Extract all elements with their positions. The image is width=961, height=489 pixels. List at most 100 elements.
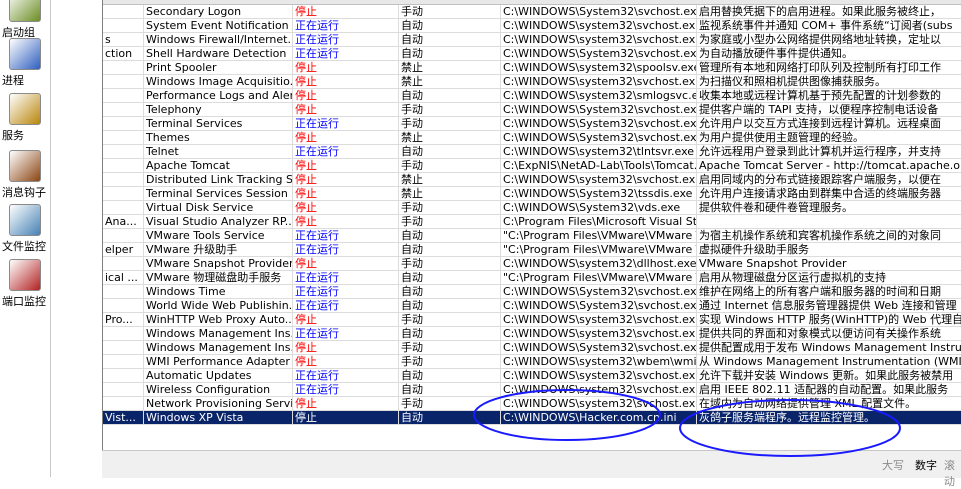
service-row[interactable]: Telephony停止手动C:\WINDOWS\System32\svchost… (103, 103, 961, 117)
startup-type-cell: 禁止 (399, 61, 501, 75)
startup-type-cell: 自动 (399, 271, 501, 285)
startup-type-cell: 手动 (399, 159, 501, 173)
executable-path-cell: C:\WINDOWS\System32\svchost.ex... (501, 117, 697, 131)
description-cell: 通过 Internet 信息服务管理器提供 Web 连接和管理 (697, 299, 961, 313)
service-row[interactable]: Print Spooler停止禁止C:\WINDOWS\system32\spo… (103, 61, 961, 75)
service-key-cell (103, 61, 144, 75)
description-cell (697, 215, 961, 229)
service-row[interactable]: Pro...WinHTTP Web Proxy Auto...停止手动C:\WI… (103, 313, 961, 327)
service-status-cell: 停止 (293, 215, 399, 229)
service-key-cell (103, 5, 144, 19)
service-status-cell: 正在运行 (293, 369, 399, 383)
service-status-cell: 正在运行 (293, 47, 399, 61)
service-key-cell (103, 19, 144, 33)
description-cell: 提供客户端的 TAPI 支持，以便程序控制电话设备 (697, 103, 961, 117)
service-row[interactable]: Network Provisioning Service停止手动C:\WINDO… (103, 397, 961, 411)
service-name-cell: Shell Hardware Detection (144, 47, 293, 61)
startup-type-cell: 禁止 (399, 187, 501, 201)
service-name-cell: Print Spooler (144, 61, 293, 75)
service-row[interactable]: Windows Time正在运行自动C:\WINDOWS\System32\sv… (103, 285, 961, 299)
startup-type-cell: 手动 (399, 355, 501, 369)
sidebar-item-1[interactable]: 进程 (0, 38, 50, 88)
service-row[interactable]: ical ...VMware 物理磁盘助手服务正在运行自动"C:\Program… (103, 271, 961, 285)
services-list[interactable]: Secondary Logon停止手动C:\WINDOWS\System32\s… (102, 0, 961, 450)
executable-path-cell: C:\WINDOWS\System32\svchost.ex... (501, 103, 697, 117)
startup-group-icon (9, 0, 41, 22)
startup-type-cell: 自动 (399, 369, 501, 383)
startup-type-cell: 禁止 (399, 131, 501, 145)
executable-path-cell: C:\WINDOWS\System32\vds.exe (501, 201, 697, 215)
service-status-cell: 停止 (293, 201, 399, 215)
service-key-cell: s (103, 33, 144, 47)
service-row[interactable]: Distributed Link Tracking S...停止禁止C:\WIN… (103, 173, 961, 187)
executable-path-cell: C:\WINDOWS\System32\svchost.ex... (501, 47, 697, 61)
sidebar-item-label: 进程 (0, 72, 50, 88)
service-row[interactable]: Themes停止禁止C:\WINDOWS\System32\svchost.ex… (103, 131, 961, 145)
description-cell: 维护在网络上的所有客户端和服务器的时间和日期 (697, 285, 961, 299)
startup-type-cell: 自动 (399, 411, 501, 425)
service-name-cell: VMware 物理磁盘助手服务 (144, 271, 293, 285)
service-row[interactable]: VMware Snapshot Provider停止手动C:\WINDOWS\s… (103, 257, 961, 271)
sidebar-item-2[interactable]: 服务 (0, 93, 50, 143)
service-row[interactable]: Ana...Visual Studio Analyzer RP...停止手动C:… (103, 215, 961, 229)
service-row[interactable]: Terminal Services正在运行手动C:\WINDOWS\System… (103, 117, 961, 131)
service-key-cell (103, 369, 144, 383)
services-table: Secondary Logon停止手动C:\WINDOWS\System32\s… (103, 5, 961, 425)
executable-path-cell: C:\WINDOWS\system32\tlntsvr.exe (501, 145, 697, 159)
service-row[interactable]: elperVMware 升级助手正在运行自动"C:\Program Files\… (103, 243, 961, 257)
service-name-cell: Windows XP Vista (144, 411, 293, 425)
description-cell: 为宿主机操作系统和宾客机操作系统之间的对象同 (697, 229, 961, 243)
service-row[interactable]: VMware Tools Service正在运行自动"C:\Program Fi… (103, 229, 961, 243)
sidebar-item-3[interactable]: 消息钩子 (0, 150, 50, 200)
service-status-cell: 正在运行 (293, 299, 399, 313)
service-key-cell (103, 103, 144, 117)
service-status-cell: 停止 (293, 173, 399, 187)
startup-type-cell: 手动 (399, 341, 501, 355)
service-row[interactable]: Apache Tomcat停止手动C:\ExpNIS\NetAD-Lab\Too… (103, 159, 961, 173)
description-cell: 灰鸽子服务端程序。远程监控管理。 (697, 411, 961, 425)
service-status-cell: 停止 (293, 89, 399, 103)
service-row[interactable]: Automatic Updates正在运行自动C:\WINDOWS\system… (103, 369, 961, 383)
sidebar-item-4[interactable]: 文件监控 (0, 204, 50, 254)
service-row[interactable]: Performance Logs and Alerts停止自动C:\WINDOW… (103, 89, 961, 103)
service-row[interactable]: sWindows Firewall/Internet...正在运行自动C:\WI… (103, 33, 961, 47)
service-row[interactable]: Wireless Configuration正在运行自动C:\WINDOWS\s… (103, 383, 961, 397)
service-key-cell (103, 299, 144, 313)
service-key-cell (103, 229, 144, 243)
startup-type-cell: 自动 (399, 89, 501, 103)
service-row[interactable]: World Wide Web Publishin...正在运行自动C:\WIND… (103, 299, 961, 313)
service-row[interactable]: Windows Management Ins...停止手动C:\WINDOWS\… (103, 341, 961, 355)
service-name-cell: WMI Performance Adapter (144, 355, 293, 369)
service-row[interactable]: Terminal Services Session ...停止禁止C:\WIND… (103, 187, 961, 201)
service-status-cell: 正在运行 (293, 33, 399, 47)
service-row[interactable]: Telnet正在运行自动C:\WINDOWS\system32\tlntsvr.… (103, 145, 961, 159)
sidebar-item-0[interactable]: 启动组 (0, 0, 50, 40)
service-row[interactable]: Windows Image Acquisitio...停止禁止C:\WINDOW… (103, 75, 961, 89)
executable-path-cell: C:\WINDOWS\system32\svchost.ex... (501, 383, 697, 397)
service-row[interactable]: WMI Performance Adapter停止手动C:\WINDOWS\sy… (103, 355, 961, 369)
executable-path-cell: C:\WINDOWS\System32\svchost.ex... (501, 285, 697, 299)
service-status-cell: 正在运行 (293, 243, 399, 257)
service-row[interactable]: ctionShell Hardware Detection正在运行自动C:\WI… (103, 47, 961, 61)
service-row[interactable]: Vist...Windows XP Vista停止自动C:\WINDOWS\Ha… (103, 411, 961, 425)
service-key-cell (103, 145, 144, 159)
executable-path-cell: C:\WINDOWS\system32\svchost.ex... (501, 33, 697, 47)
service-row[interactable]: Windows Management Ins...正在运行自动C:\WINDOW… (103, 327, 961, 341)
service-status-cell: 停止 (293, 411, 399, 425)
startup-type-cell: 自动 (399, 19, 501, 33)
service-name-cell: Virtual Disk Service (144, 201, 293, 215)
service-key-cell (103, 187, 144, 201)
service-row[interactable]: Virtual Disk Service停止手动C:\WINDOWS\Syste… (103, 201, 961, 215)
service-row[interactable]: System Event Notification正在运行自动C:\WINDOW… (103, 19, 961, 33)
service-key-cell: ical ... (103, 271, 144, 285)
service-status-cell: 停止 (293, 131, 399, 145)
sidebar-item-5[interactable]: 端口监控 (0, 259, 50, 309)
executable-path-cell: C:\WINDOWS\system32\svchost.ex... (501, 313, 697, 327)
service-name-cell: Windows Time (144, 285, 293, 299)
service-key-cell: elper (103, 243, 144, 257)
process-icon (9, 38, 41, 70)
service-row[interactable]: Secondary Logon停止手动C:\WINDOWS\System32\s… (103, 5, 961, 19)
executable-path-cell: C:\Program Files\Microsoft Visual Stu... (501, 215, 697, 229)
description-cell: 启用 IEEE 802.11 适配器的自动配置。如果此服务 (697, 383, 961, 397)
executable-path-cell: C:\WINDOWS\System32\tssdis.exe (501, 187, 697, 201)
